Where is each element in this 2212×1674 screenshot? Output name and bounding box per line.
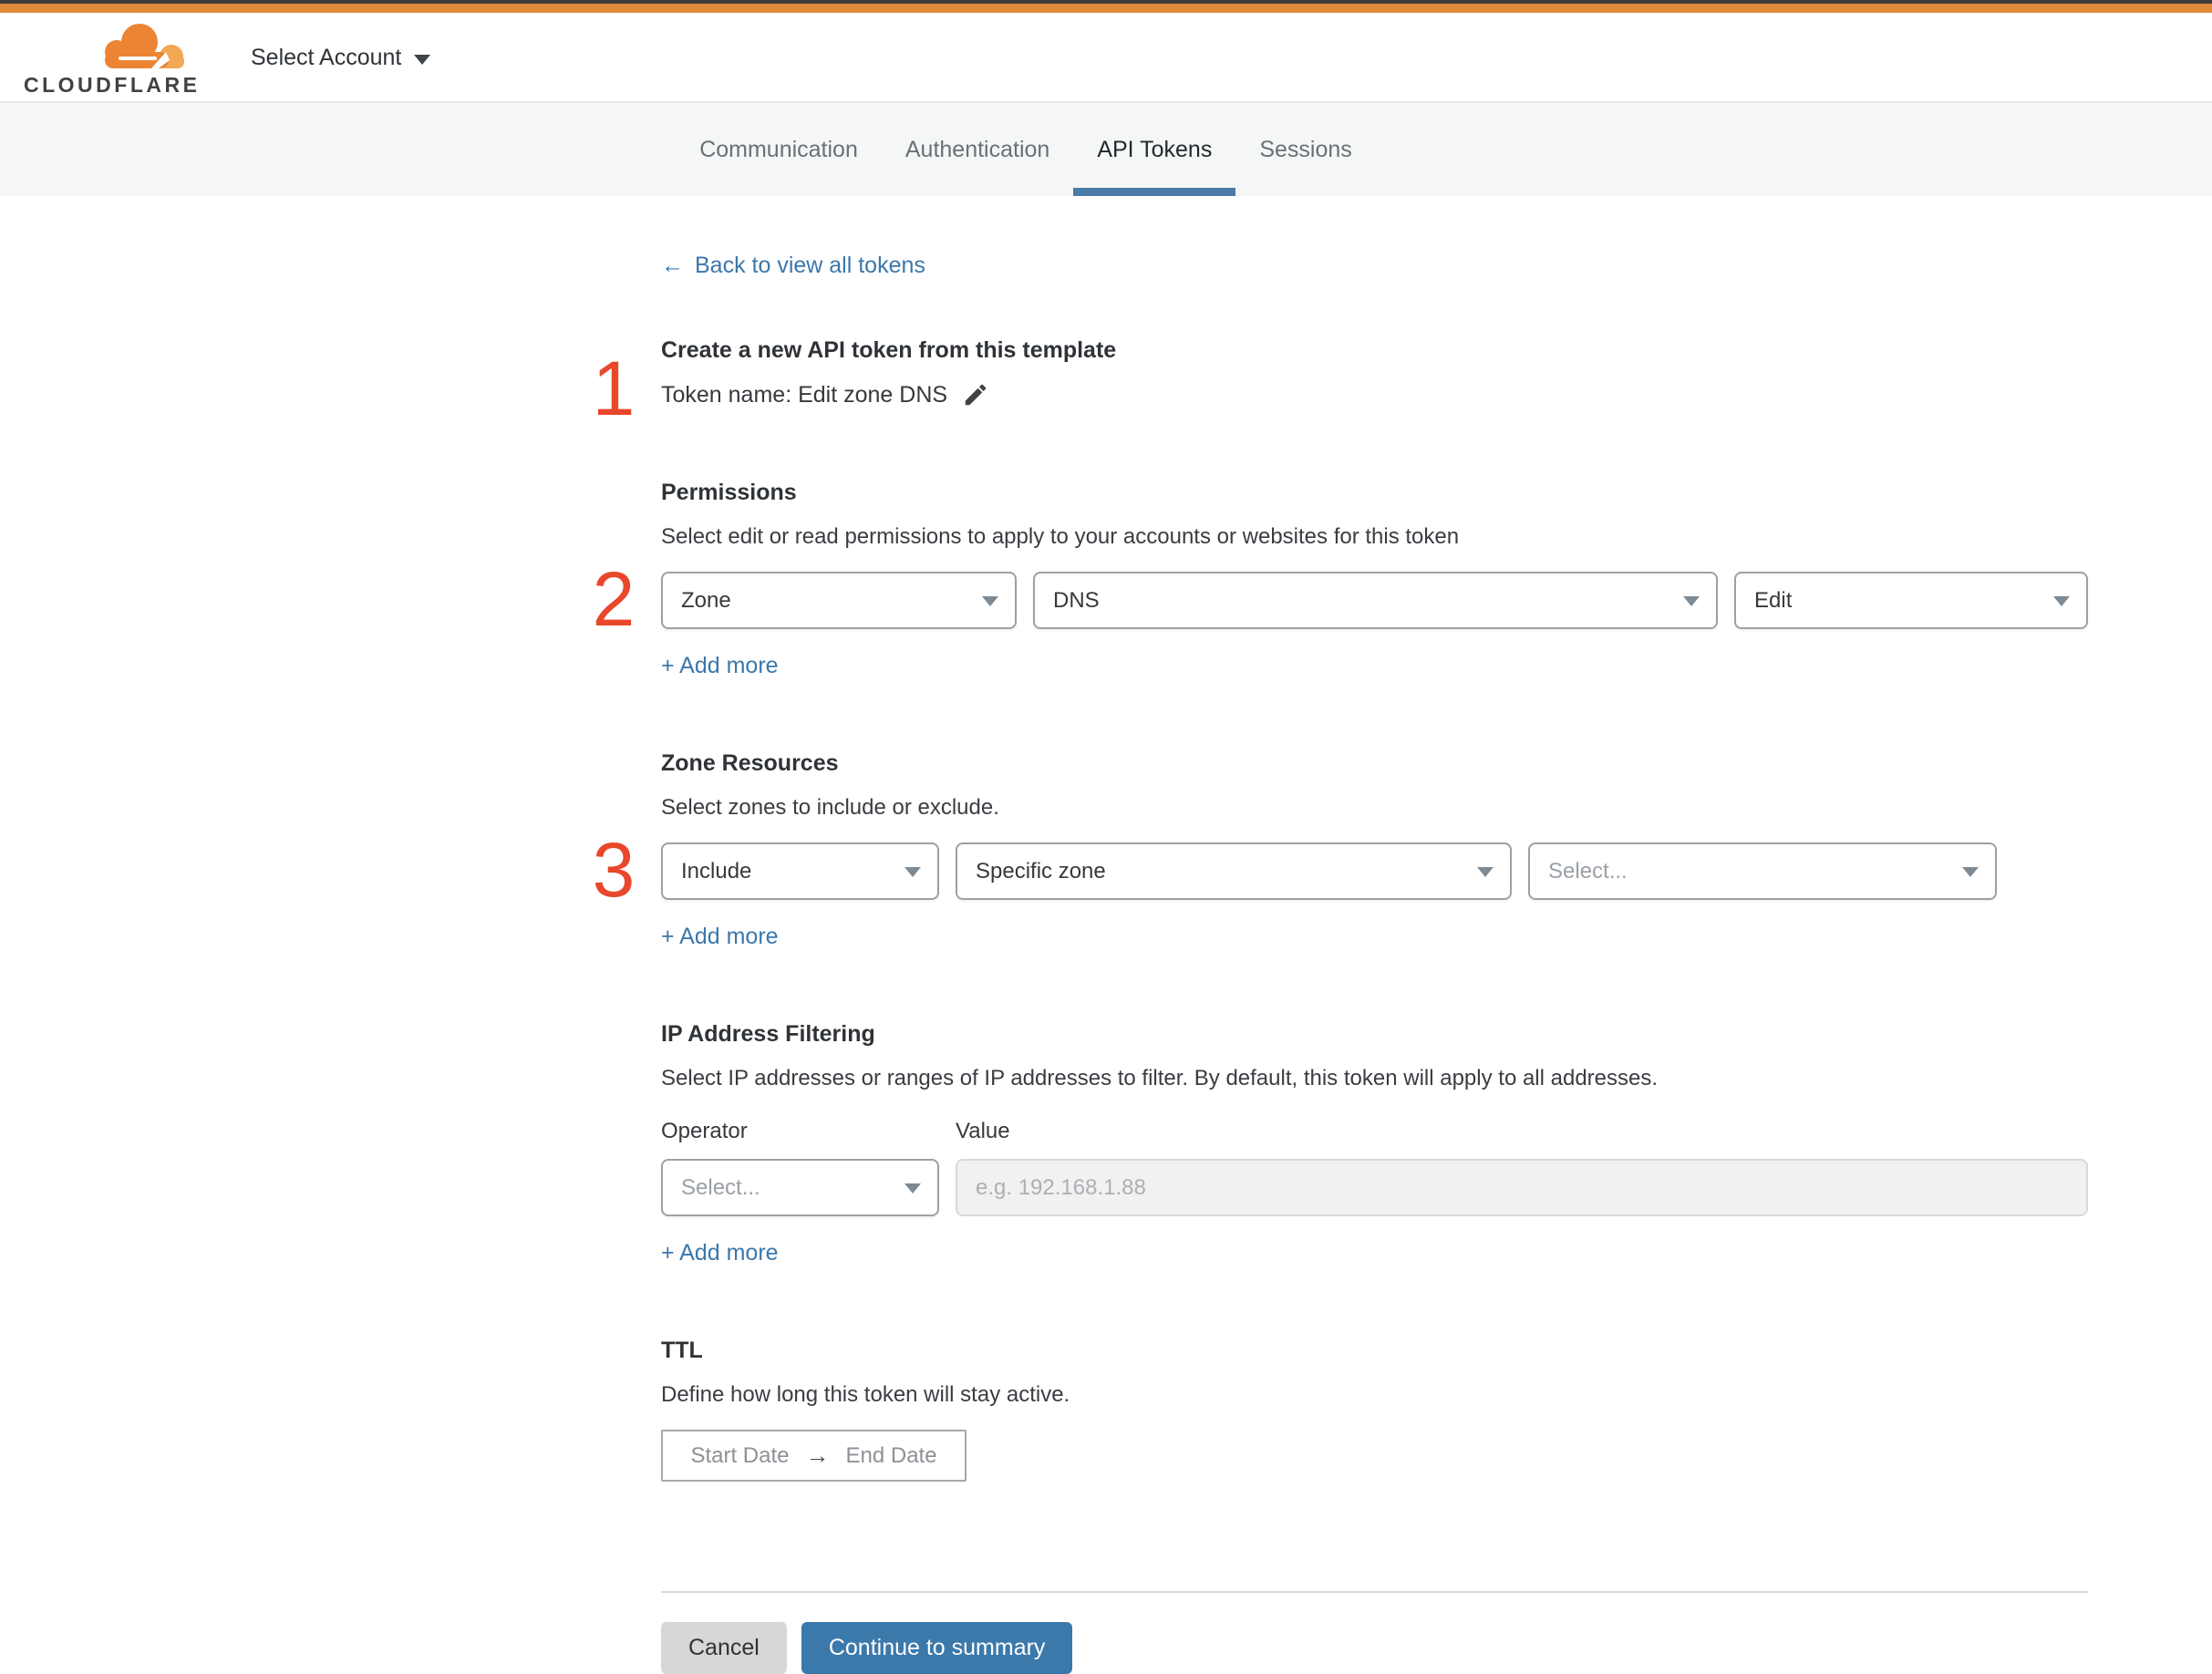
chevron-down-icon <box>1683 595 1700 606</box>
chevron-down-icon <box>904 866 921 877</box>
page-title: Create a new API token from this templat… <box>661 337 1117 363</box>
ttl-date-range-picker[interactable]: Start Date → End Date <box>661 1430 966 1482</box>
chevron-down-icon <box>1477 866 1494 877</box>
right-arrow-icon: → <box>805 1442 830 1469</box>
ip-filtering-description: Select IP addresses or ranges of IP addr… <box>661 1066 1659 1090</box>
chevron-down-icon <box>904 1183 921 1194</box>
permission-access-value: Edit <box>1754 587 1793 613</box>
permission-scope-select[interactable]: Zone <box>661 572 1017 629</box>
zone-resources-add-more-link[interactable]: + Add more <box>661 924 779 950</box>
ip-filtering-title: IP Address Filtering <box>661 1021 875 1047</box>
ip-filtering-add-more-link[interactable]: + Add more <box>661 1240 779 1266</box>
value-column-label: Value <box>956 1119 1010 1143</box>
start-date-placeholder: Start Date <box>690 1442 790 1468</box>
ip-operator-placeholder: Select... <box>681 1174 760 1200</box>
permissions-add-more-link[interactable]: + Add more <box>661 653 779 679</box>
cancel-button[interactable]: Cancel <box>661 1622 787 1674</box>
permission-resource-select[interactable]: DNS <box>1033 572 1718 629</box>
ip-value-input[interactable] <box>956 1159 2088 1216</box>
zone-type-value: Specific zone <box>976 858 1106 884</box>
zone-type-select[interactable]: Specific zone <box>956 842 1512 900</box>
back-link-label: Back to view all tokens <box>695 253 925 278</box>
token-name-text: Token name: Edit zone DNS <box>661 382 948 408</box>
zone-picker-placeholder: Select... <box>1548 858 1628 884</box>
ip-operator-select[interactable]: Select... <box>661 1159 939 1216</box>
zone-picker-select[interactable]: Select... <box>1528 842 1997 900</box>
tab-communication[interactable]: Communication <box>676 103 882 196</box>
chevron-down-icon <box>982 595 998 606</box>
permissions-description: Select edit or read permissions to apply… <box>661 524 1460 549</box>
continue-to-summary-button[interactable]: Continue to summary <box>801 1622 1073 1674</box>
permissions-title: Permissions <box>661 480 797 505</box>
tab-api-tokens[interactable]: API Tokens <box>1073 103 1236 196</box>
footer-actions: Cancel Continue to summary <box>661 1622 2088 1674</box>
ttl-description: Define how long this token will stay act… <box>661 1382 1070 1407</box>
back-to-tokens-link[interactable]: ← Back to view all tokens <box>661 253 925 279</box>
chevron-down-icon <box>2053 595 2070 606</box>
tab-bar: Communication Authentication API Tokens … <box>0 102 2212 196</box>
permission-resource-value: DNS <box>1053 587 1100 613</box>
chevron-down-icon <box>414 54 431 65</box>
left-arrow-icon: ← <box>661 253 684 278</box>
account-selector-label: Select Account <box>251 44 402 70</box>
brand-wordmark: CLOUDFLARE <box>24 73 201 97</box>
zone-resources-description: Select zones to include or exclude. <box>661 795 999 820</box>
operator-column-label: Operator <box>661 1119 748 1143</box>
chevron-down-icon <box>1962 866 1979 877</box>
cloudflare-cloud-icon <box>105 24 184 68</box>
section-token-name: 1 Create a new API token from this templ… <box>593 337 2088 427</box>
section-permissions: Permissions Select edit or read permissi… <box>593 480 2088 679</box>
permission-scope-value: Zone <box>681 587 731 613</box>
zone-operator-select[interactable]: Include <box>661 842 939 900</box>
zone-operator-value: Include <box>681 858 752 884</box>
end-date-placeholder: End Date <box>845 1442 937 1468</box>
header: CLOUDFLARE Select Account <box>0 13 2212 102</box>
footer-divider <box>661 1591 2088 1593</box>
permission-access-select[interactable]: Edit <box>1734 572 2088 629</box>
step-marker-2: 2 <box>592 556 636 642</box>
top-orange-strip <box>0 4 2212 13</box>
cloudflare-logo: CLOUDFLARE <box>24 20 206 102</box>
tab-sessions[interactable]: Sessions <box>1235 103 1375 196</box>
step-marker-1: 1 <box>592 346 636 431</box>
account-selector[interactable]: Select Account <box>251 13 431 102</box>
pencil-icon[interactable] <box>962 381 989 408</box>
zone-resources-title: Zone Resources <box>661 750 839 776</box>
section-zone-resources: Zone Resources Select zones to include o… <box>593 750 2088 950</box>
section-ttl: TTL Define how long this token will stay… <box>661 1338 2088 1482</box>
ttl-title: TTL <box>661 1338 703 1363</box>
main-content: ← Back to view all tokens 1 Create a new… <box>593 196 2088 1674</box>
tab-authentication[interactable]: Authentication <box>882 103 1073 196</box>
step-marker-3: 3 <box>592 827 636 913</box>
section-ip-filtering: IP Address Filtering Select IP addresses… <box>661 1021 2088 1266</box>
